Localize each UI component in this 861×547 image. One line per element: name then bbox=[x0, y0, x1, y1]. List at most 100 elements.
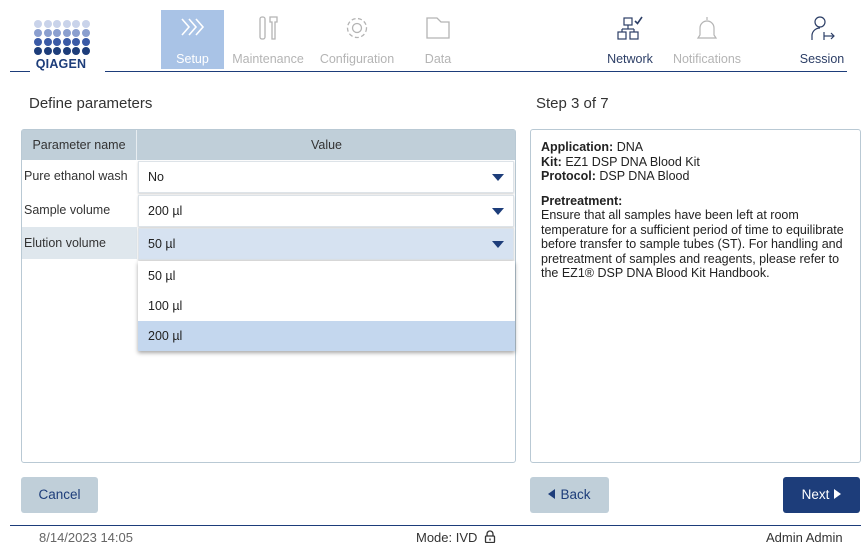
select-value: No bbox=[148, 170, 164, 184]
step-indicator: Step 3 of 7 bbox=[536, 95, 609, 112]
tab-session[interactable]: Session bbox=[792, 10, 852, 69]
tab-notifications-label: Notifications bbox=[672, 52, 742, 66]
param-row-pure-ethanol-wash: Pure ethanol wash No bbox=[22, 160, 515, 193]
logo-dot bbox=[43, 38, 52, 46]
define-parameters-title: Define parameters bbox=[29, 95, 153, 112]
footer-mode: Mode: IVD bbox=[416, 530, 496, 545]
elution-volume-dropdown: 50 µl 100 µl 200 µl bbox=[138, 261, 515, 351]
triangle-left-icon bbox=[548, 489, 556, 499]
tab-maintenance[interactable]: Maintenance bbox=[228, 10, 308, 69]
footer-user: Admin Admin bbox=[766, 530, 843, 545]
header-divider-right bbox=[105, 71, 847, 72]
footer-datetime: 8/14/2023 14:05 bbox=[39, 530, 133, 545]
tab-configuration[interactable]: Configuration bbox=[312, 10, 402, 69]
tab-session-label: Session bbox=[799, 52, 845, 66]
tab-data[interactable]: Data bbox=[410, 10, 466, 69]
logo-dot bbox=[43, 47, 52, 55]
folder-icon bbox=[426, 17, 450, 39]
param-name: Pure ethanol wash bbox=[22, 160, 137, 192]
logo-dot bbox=[72, 20, 80, 28]
back-button-label: Back bbox=[560, 487, 591, 502]
elution-volume-select[interactable]: 50 µl bbox=[138, 228, 514, 260]
param-name: Sample volume bbox=[22, 194, 137, 226]
caret-down-icon bbox=[492, 241, 504, 248]
chevrons-right-icon bbox=[180, 18, 204, 36]
application-line: Application: DNA bbox=[541, 140, 859, 155]
tools-icon bbox=[259, 16, 278, 40]
param-row-elution-volume: Elution volume 50 µl bbox=[22, 227, 515, 260]
application-label: Application: bbox=[541, 140, 614, 154]
logo-dot bbox=[43, 20, 52, 28]
parameters-panel: Parameter name Value Pure ethanol wash N… bbox=[21, 129, 516, 463]
triangle-right-icon bbox=[834, 489, 842, 499]
dropdown-option-200[interactable]: 200 µl bbox=[138, 321, 515, 351]
logo-dot bbox=[62, 20, 71, 28]
kit-value: EZ1 DSP DNA Blood Kit bbox=[565, 154, 700, 169]
column-header-name: Parameter name bbox=[22, 130, 137, 160]
lock-icon bbox=[484, 530, 496, 544]
network-icon bbox=[617, 16, 643, 40]
logo-dot bbox=[34, 38, 42, 46]
tab-maintenance-label: Maintenance bbox=[232, 52, 304, 66]
kit-label: Kit: bbox=[541, 154, 562, 169]
pretreatment-heading: Pretreatment: bbox=[541, 194, 859, 209]
logo-dot bbox=[34, 47, 42, 55]
tab-network[interactable]: Network bbox=[598, 10, 662, 69]
tab-setup-label: Setup bbox=[176, 52, 209, 66]
back-button[interactable]: Back bbox=[530, 477, 609, 513]
protocol-info: Application: DNA Kit: EZ1 DSP DNA Blood … bbox=[541, 140, 859, 281]
qiagen-logo: QIAGEN bbox=[26, 14, 96, 76]
tab-data-label: Data bbox=[424, 52, 452, 66]
tab-notifications[interactable]: Notifications bbox=[666, 10, 748, 69]
next-button-label: Next bbox=[801, 487, 830, 502]
next-button[interactable]: Next bbox=[783, 477, 860, 513]
parameters-table-header: Parameter name Value bbox=[22, 130, 515, 160]
tab-configuration-label: Configuration bbox=[319, 52, 395, 66]
kit-line: Kit: EZ1 DSP DNA Blood Kit bbox=[541, 155, 859, 170]
app-root: QIAGEN Setup Maintenance Configuration D… bbox=[0, 0, 861, 547]
logo-dot bbox=[43, 29, 52, 37]
logo-dot bbox=[72, 29, 80, 37]
protocol-label: Protocol: bbox=[541, 169, 596, 183]
logo-dot bbox=[62, 38, 71, 46]
bell-icon bbox=[696, 17, 718, 39]
pretreatment-text: Ensure that all samples have been left a… bbox=[541, 208, 844, 280]
logo-dot bbox=[62, 29, 71, 37]
logo-dot bbox=[53, 20, 61, 28]
logo-dot bbox=[34, 29, 42, 37]
logo-dot bbox=[53, 29, 61, 37]
logo-dot bbox=[34, 20, 42, 28]
protocol-info-panel: Application: DNA Kit: EZ1 DSP DNA Blood … bbox=[530, 129, 861, 463]
sample-volume-select[interactable]: 200 µl bbox=[138, 195, 514, 227]
pretreatment-label: Pretreatment: bbox=[541, 193, 623, 208]
logo-text: QIAGEN bbox=[35, 57, 87, 71]
param-row-sample-volume: Sample volume 200 µl bbox=[22, 194, 515, 227]
select-value: 200 µl bbox=[148, 204, 183, 218]
application-value: DNA bbox=[616, 140, 644, 154]
mode-label: Mode: IVD bbox=[416, 530, 478, 545]
footer-divider bbox=[10, 525, 861, 526]
logo-dot bbox=[81, 47, 90, 55]
logo-dot bbox=[62, 47, 71, 55]
dropdown-option-50[interactable]: 50 µl bbox=[138, 261, 515, 291]
header-divider-left bbox=[10, 71, 30, 72]
caret-down-icon bbox=[492, 174, 504, 181]
tab-setup[interactable]: Setup bbox=[161, 10, 224, 69]
cancel-button[interactable]: Cancel bbox=[21, 477, 98, 513]
cancel-button-label: Cancel bbox=[38, 487, 81, 502]
param-name: Elution volume bbox=[22, 227, 137, 259]
logo-dot bbox=[72, 38, 80, 46]
protocol-value: DSP DNA Blood bbox=[599, 169, 690, 183]
logo-dot bbox=[72, 47, 80, 55]
logo-dot bbox=[81, 20, 90, 28]
protocol-line: Protocol: DSP DNA Blood bbox=[541, 169, 859, 184]
tab-network-label: Network bbox=[607, 52, 653, 66]
logo-dot bbox=[53, 38, 61, 46]
logo-dot bbox=[81, 38, 90, 46]
dropdown-option-100[interactable]: 100 µl bbox=[138, 291, 515, 321]
pure-ethanol-wash-select[interactable]: No bbox=[138, 161, 514, 193]
caret-down-icon bbox=[492, 208, 504, 215]
select-value: 50 µl bbox=[148, 237, 176, 251]
logo-dot bbox=[81, 29, 90, 37]
